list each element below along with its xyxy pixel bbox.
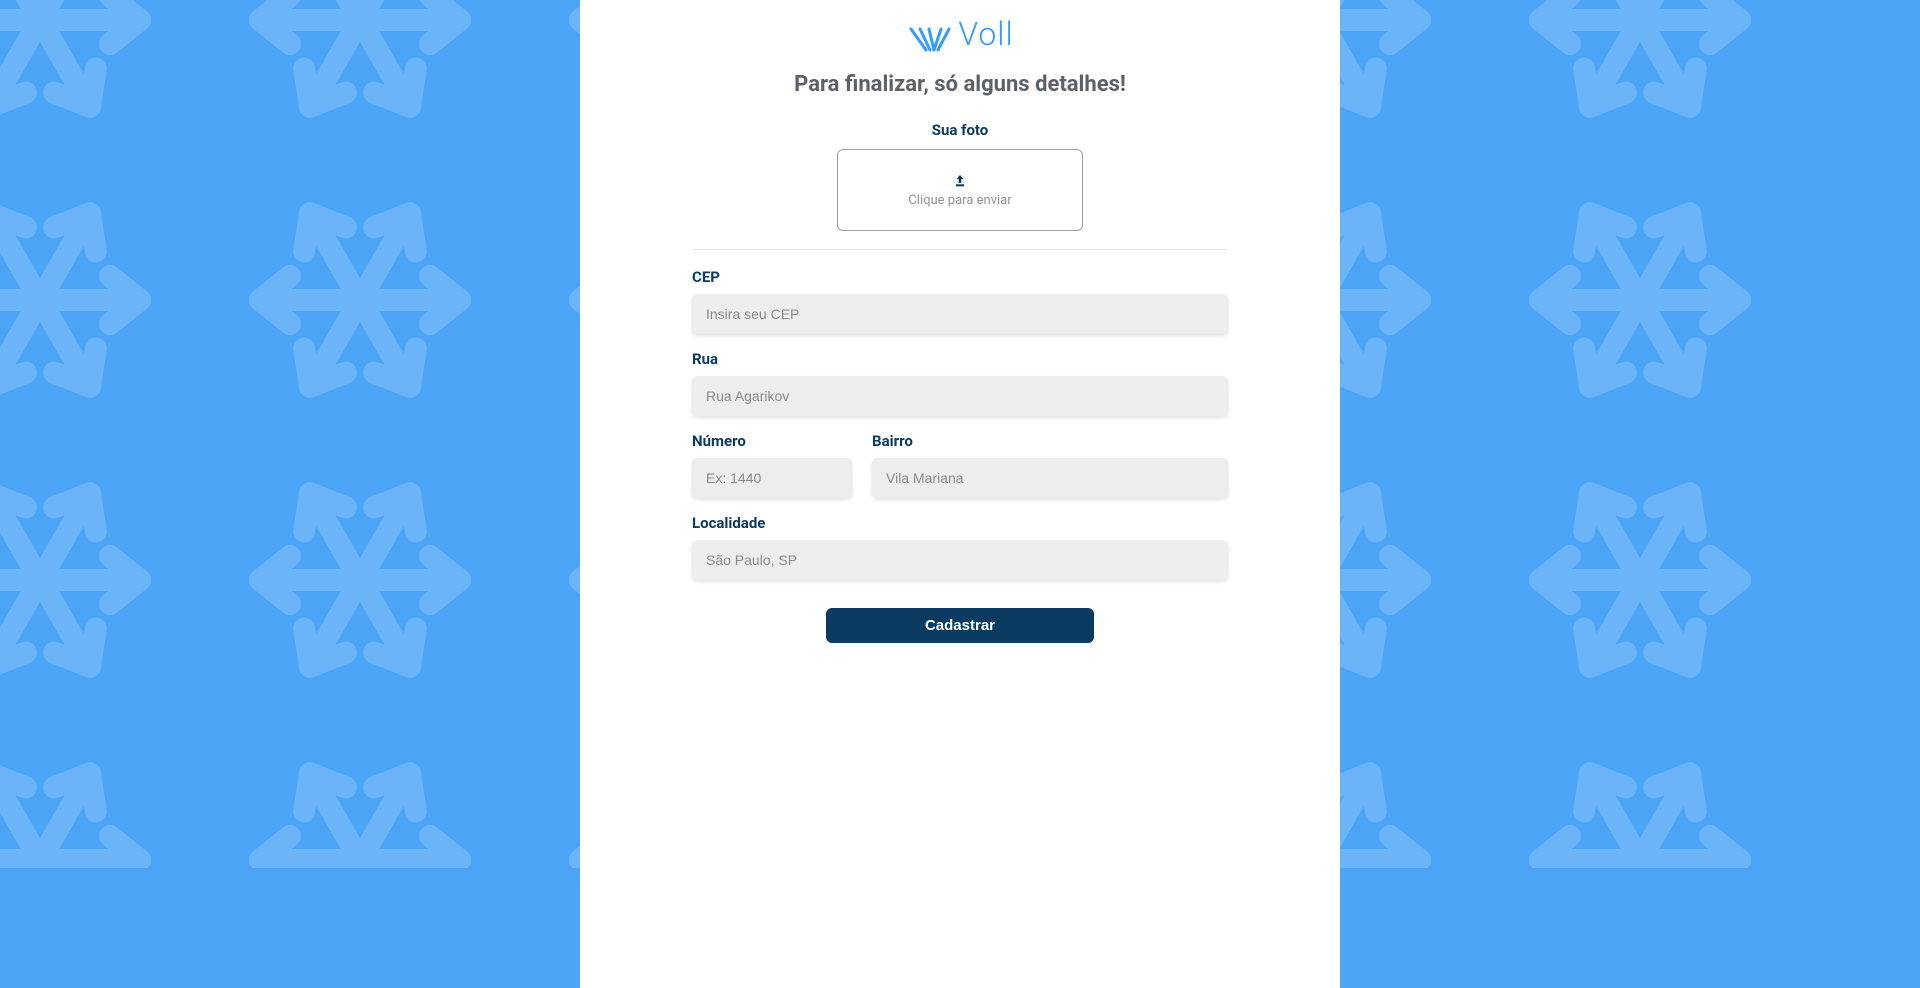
photo-upload-box[interactable]: Clique para enviar [837,149,1083,231]
page-background: Voll Para finalizar, só alguns detalhes!… [0,0,1920,988]
cep-input[interactable] [692,294,1228,334]
main-panel: Voll Para finalizar, só alguns detalhes!… [580,0,1340,988]
numero-label: Número [692,432,852,450]
cep-label: CEP [692,268,1228,286]
rua-input[interactable] [692,376,1228,416]
numero-input[interactable] [692,458,852,498]
logo-mark-icon [906,26,952,52]
photo-label: Sua foto [612,121,1308,139]
brand-logo: Voll [906,18,1013,52]
upload-icon [952,173,968,189]
divider [692,249,1228,250]
address-form: CEP Rua Número Bairro Localidade Cadastr… [692,249,1228,643]
page-title: Para finalizar, só alguns detalhes! [612,72,1308,97]
localidade-input[interactable] [692,540,1228,580]
submit-button[interactable]: Cadastrar [826,608,1094,643]
localidade-label: Localidade [692,514,1228,532]
bairro-label: Bairro [872,432,1228,450]
rua-label: Rua [692,350,1228,368]
bairro-input[interactable] [872,458,1228,498]
photo-upload-text: Clique para enviar [908,193,1011,208]
logo-text: Voll [958,18,1013,50]
